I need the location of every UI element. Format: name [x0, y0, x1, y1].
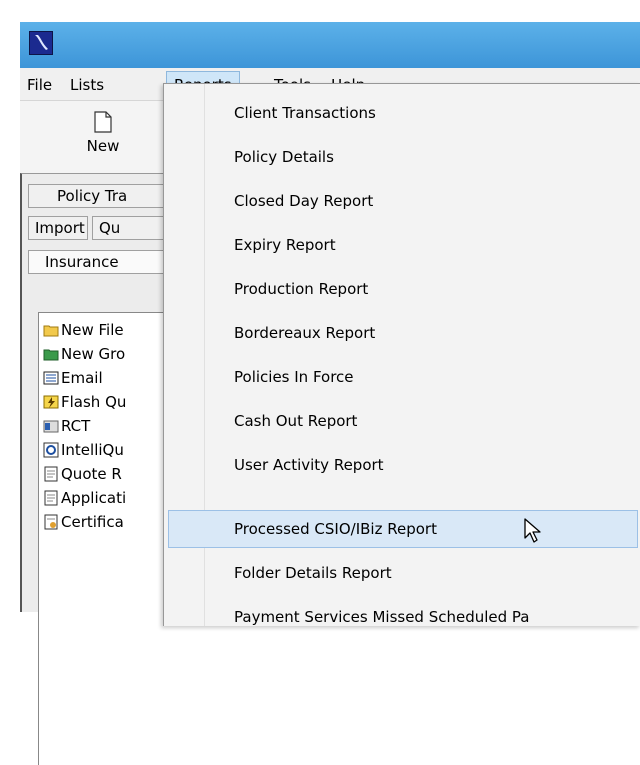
flash-icon: [43, 394, 59, 410]
document-icon: [43, 490, 59, 506]
menu-item-policies-in-force[interactable]: Policies In Force: [168, 360, 638, 394]
tree-item-flash-quote[interactable]: Flash Qu: [43, 391, 126, 413]
menu-item-processed-csio-ibiz-report[interactable]: Processed CSIO/IBiz Report: [168, 510, 638, 548]
tree-item-quote-request[interactable]: Quote R: [43, 463, 122, 485]
new-document-icon: [94, 111, 112, 133]
menu-item-policy-details[interactable]: Policy Details: [168, 140, 638, 174]
menu-item-client-transactions[interactable]: Client Transactions: [168, 96, 638, 130]
title-bar[interactable]: [20, 22, 640, 68]
tab-policy-transactions[interactable]: Policy Tra: [28, 184, 178, 208]
menu-item-closed-day-report[interactable]: Closed Day Report: [168, 184, 638, 218]
group-folder-icon: [43, 346, 59, 362]
menu-lists[interactable]: Lists: [63, 74, 111, 96]
menu-item-expiry-report[interactable]: Expiry Report: [168, 228, 638, 262]
menu-item-folder-details-report[interactable]: Folder Details Report: [168, 556, 638, 590]
tree-item-intelliquote[interactable]: IntelliQu: [43, 439, 124, 461]
menu-item-cash-out-report[interactable]: Cash Out Report: [168, 404, 638, 438]
new-button[interactable]: New: [68, 109, 138, 165]
menu-item-bordereaux-report[interactable]: Bordereaux Report: [168, 316, 638, 350]
menu-item-user-activity-report[interactable]: User Activity Report: [168, 448, 638, 482]
tab-insurance[interactable]: Insurance: [28, 250, 182, 274]
tree-item-rct[interactable]: RCT: [43, 415, 90, 437]
left-panel: Policy Tra Import Qu Insurance New File …: [20, 173, 185, 765]
menu-item-payment-services-missed-scheduled[interactable]: Payment Services Missed Scheduled Pa: [168, 600, 638, 626]
folder-icon: [43, 322, 59, 338]
tree-item-certificate[interactable]: Certifica: [43, 511, 124, 533]
intelliquote-icon: [43, 442, 59, 458]
certificate-icon: [43, 514, 59, 530]
tab-import[interactable]: Import: [28, 216, 88, 240]
tree-item-application[interactable]: Applicati: [43, 487, 126, 509]
app-logo-icon[interactable]: [29, 31, 53, 55]
tree-item-new-group[interactable]: New Gro: [43, 343, 125, 365]
menu-item-production-report[interactable]: Production Report: [168, 272, 638, 306]
rct-icon: [43, 418, 59, 434]
menu-file[interactable]: File: [20, 74, 59, 96]
tree-item-new-file[interactable]: New File: [43, 319, 124, 341]
email-icon: [43, 370, 59, 386]
reports-dropdown-menu: Client Transactions Policy Details Close…: [163, 83, 640, 626]
tree-item-email[interactable]: Email: [43, 367, 103, 389]
document-icon: [43, 466, 59, 482]
mouse-cursor-icon: [523, 518, 543, 548]
new-button-label: New: [86, 137, 120, 155]
